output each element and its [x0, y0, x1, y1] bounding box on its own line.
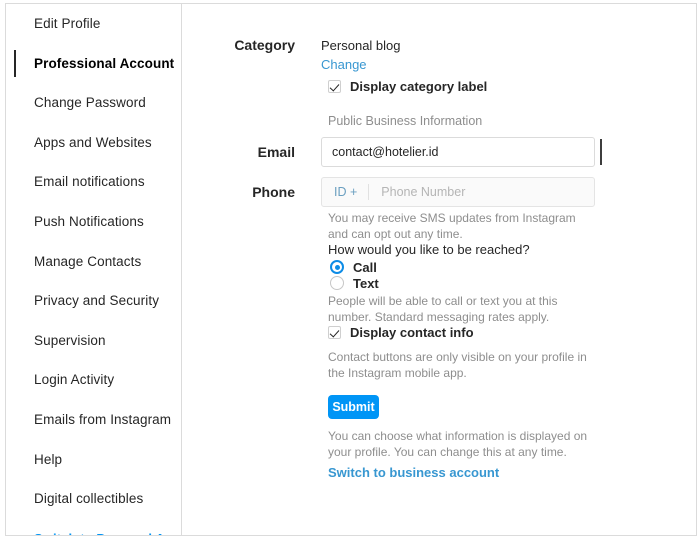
category-row: Category Personal blog Change — [182, 37, 401, 73]
display-category-label-text: Display category label — [350, 79, 488, 94]
sidebar-item-login-activity[interactable]: Login Activity — [6, 360, 181, 400]
settings-page: Edit Profile Professional Account Change… — [0, 0, 700, 543]
settings-sidebar: Edit Profile Professional Account Change… — [6, 4, 182, 535]
professional-account-form: Category Personal blog Change Display ca… — [182, 4, 696, 535]
sidebar-item-push-notifications[interactable]: Push Notifications — [6, 202, 181, 242]
checkmark-icon — [328, 326, 341, 339]
sidebar-item-switch-to-personal-account[interactable]: Switch to Personal Account — [6, 519, 181, 535]
reach-option-text-label: Text — [353, 275, 379, 291]
profile-display-note: You can choose what information is displ… — [328, 429, 588, 459]
sidebar-item-label: Manage Contacts — [34, 253, 142, 269]
reach-option-text[interactable]: Text — [330, 276, 379, 290]
sms-updates-note: You may receive SMS updates from Instagr… — [328, 211, 576, 241]
reach-question: How would you like to be reached? — [328, 242, 530, 257]
sidebar-item-change-password[interactable]: Change Password — [6, 83, 181, 123]
sidebar-item-edit-profile[interactable]: Edit Profile — [6, 4, 181, 44]
sidebar-item-label: Professional Account — [34, 55, 175, 71]
category-label: Category — [234, 37, 295, 53]
sidebar-item-label: Email notifications — [34, 174, 145, 190]
submit-button[interactable]: Submit — [328, 395, 379, 419]
change-category-link[interactable]: Change — [321, 57, 401, 73]
sidebar-item-help[interactable]: Help — [6, 440, 181, 480]
text-cursor — [600, 139, 602, 165]
phone-row: Phone ID + Phone Number — [182, 177, 595, 207]
sidebar-item-label: Digital collectibles — [34, 491, 144, 507]
checkmark-icon — [328, 80, 341, 93]
sidebar-item-label: Switch to Personal Account — [34, 532, 181, 535]
switch-to-business-account-link[interactable]: Switch to business account — [328, 465, 499, 480]
reach-option-call[interactable]: Call — [330, 260, 377, 274]
sidebar-item-label: Privacy and Security — [34, 293, 160, 309]
sidebar-item-email-notifications[interactable]: Email notifications — [6, 162, 181, 202]
settings-card: Edit Profile Professional Account Change… — [5, 3, 697, 536]
contact-buttons-note: Contact buttons are only visible on your… — [328, 350, 587, 380]
display-category-label-checkbox[interactable]: Display category label — [328, 80, 487, 93]
sidebar-item-apps-and-websites[interactable]: Apps and Websites — [6, 123, 181, 163]
sidebar-item-digital-collectibles[interactable]: Digital collectibles — [6, 479, 181, 519]
radio-unselected-icon — [330, 276, 344, 290]
sidebar-item-emails-from-instagram[interactable]: Emails from Instagram — [6, 400, 181, 440]
sidebar-item-manage-contacts[interactable]: Manage Contacts — [6, 242, 181, 282]
sidebar-item-label: Supervision — [34, 332, 106, 348]
radio-selected-icon — [330, 260, 344, 274]
sidebar-item-label: Change Password — [34, 95, 146, 111]
phone-label: Phone — [252, 184, 295, 200]
sidebar-item-label: Help — [34, 451, 63, 467]
display-contact-info-text: Display contact info — [350, 325, 474, 340]
category-value: Personal blog — [321, 38, 401, 53]
sidebar-item-label: Edit Profile — [34, 16, 101, 32]
sidebar-item-supervision[interactable]: Supervision — [6, 321, 181, 361]
sidebar-nav-list: Edit Profile Professional Account Change… — [6, 4, 181, 535]
sidebar-item-label: Push Notifications — [34, 214, 144, 230]
display-contact-info-checkbox[interactable]: Display contact info — [328, 326, 474, 339]
reach-note: People will be able to call or text you … — [328, 294, 558, 324]
phone-input-placeholder: Phone Number — [381, 185, 466, 199]
email-row: Email contact@hotelier.id — [182, 137, 595, 167]
category-value-group: Personal blog Change — [321, 37, 401, 73]
sidebar-item-label: Emails from Instagram — [34, 411, 172, 427]
sidebar-item-label: Apps and Websites — [34, 134, 152, 150]
country-code-selector[interactable]: ID + — [322, 184, 370, 200]
sidebar-item-professional-account[interactable]: Professional Account — [6, 44, 181, 84]
sidebar-item-privacy-and-security[interactable]: Privacy and Security — [6, 281, 181, 321]
public-business-information-heading: Public Business Information — [328, 114, 483, 128]
sidebar-item-label: Login Activity — [34, 372, 115, 388]
email-label: Email — [257, 144, 295, 160]
reach-option-call-label: Call — [353, 259, 377, 275]
email-input-value: contact@hotelier.id — [332, 145, 439, 159]
email-input[interactable]: contact@hotelier.id — [321, 137, 595, 167]
phone-input[interactable]: ID + Phone Number — [321, 177, 595, 207]
